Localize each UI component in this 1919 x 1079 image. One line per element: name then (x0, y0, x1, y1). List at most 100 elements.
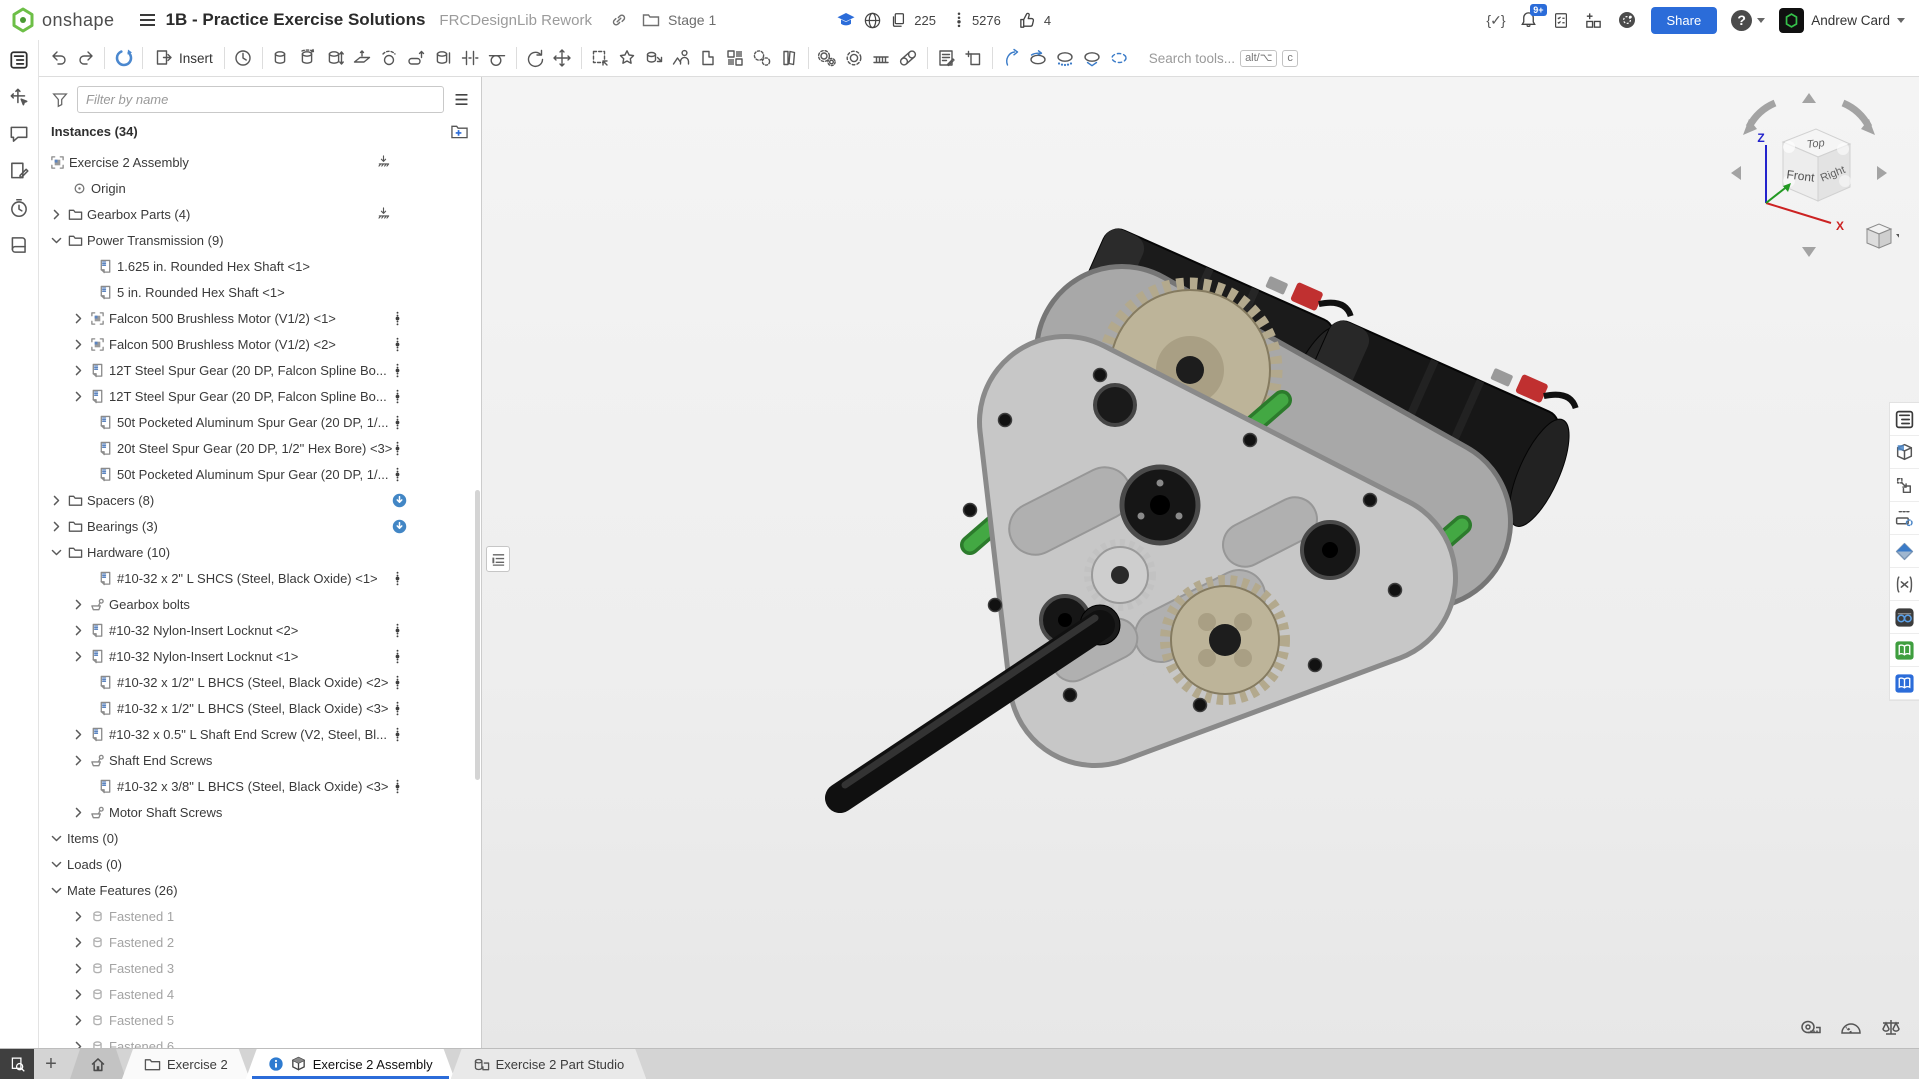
chevron-right-icon[interactable] (69, 726, 87, 742)
slider-mate-icon[interactable] (322, 45, 349, 72)
main-menu-icon[interactable] (139, 13, 156, 27)
bom-icon[interactable] (933, 45, 960, 72)
mate-connector-dots-icon[interactable] (389, 622, 405, 638)
chevron-down-icon[interactable] (47, 544, 65, 560)
rotate-icon[interactable] (522, 45, 549, 72)
update-available-icon[interactable] (391, 492, 407, 508)
replace-part-icon[interactable] (641, 45, 668, 72)
chevron-right-icon[interactable] (69, 934, 87, 950)
partner-app-icon[interactable] (1890, 535, 1919, 568)
filter-input[interactable] (77, 86, 444, 113)
mate-connector-dots-icon[interactable] (389, 362, 405, 378)
gears-icon[interactable] (814, 45, 841, 72)
tape-measure-icon[interactable] (1799, 1016, 1823, 1040)
pattern-icon[interactable] (722, 45, 749, 72)
chevron-right-icon[interactable] (47, 492, 65, 508)
followers-icon[interactable] (953, 11, 965, 29)
animate-v-icon[interactable] (1079, 45, 1106, 72)
tree-item[interactable]: Fastened 5 (39, 1007, 481, 1033)
tree-item[interactable]: Fastened 6 (39, 1033, 481, 1048)
cylindrical-mate-icon[interactable] (430, 45, 457, 72)
tree-item[interactable]: Gearbox bolts (39, 591, 481, 617)
share-button[interactable]: Share (1651, 7, 1718, 34)
tree-item[interactable]: #10-32 x 0.5" L Shaft End Screw (V2, Ste… (39, 721, 481, 747)
green-doc-app-icon[interactable] (1890, 634, 1919, 667)
mate-connector-dots-icon[interactable] (389, 414, 405, 430)
explode-icon[interactable] (998, 45, 1025, 72)
tree-item[interactable]: 20t Steel Spur Gear (20 DP, 1/2" Hex Bor… (39, 435, 481, 461)
chevron-right-icon[interactable] (69, 1012, 87, 1028)
mate-connector-dots-icon[interactable] (389, 648, 405, 664)
chevron-right-icon[interactable] (69, 960, 87, 976)
tree-item[interactable]: 12T Steel Spur Gear (20 DP, Falcon Splin… (39, 357, 481, 383)
update-available-icon[interactable] (391, 518, 407, 534)
tree-item[interactable]: Mate Features (26) (39, 877, 481, 903)
learning-icon[interactable] (836, 11, 856, 29)
tree-item[interactable]: Shaft End Screws (39, 747, 481, 773)
app-store-icon[interactable] (1584, 11, 1603, 30)
animate-arrow-icon[interactable] (1025, 45, 1052, 72)
search-tools-input[interactable]: Search tools...alt/⌥c (1143, 46, 1304, 71)
belt-icon[interactable] (895, 45, 922, 72)
tree-item[interactable]: Origin (39, 175, 481, 201)
chevron-down-icon[interactable] (47, 830, 65, 846)
chevron-down-icon[interactable] (47, 232, 65, 248)
gear-icon[interactable] (841, 45, 868, 72)
bom-cube-icon[interactable] (1890, 436, 1919, 469)
tree-item[interactable]: Gearbox Parts (4) (39, 201, 481, 227)
folder-breadcrumb[interactable]: Stage 1 (668, 12, 716, 28)
tree-item[interactable]: Fastened 2 (39, 929, 481, 955)
help-caret-icon[interactable] (1757, 18, 1765, 23)
tree-item[interactable]: #10-32 x 3/8" L BHCS (Steel, Black Oxide… (39, 773, 481, 799)
standard-content-icon[interactable] (776, 45, 803, 72)
named-positions-icon[interactable] (668, 45, 695, 72)
tree-item[interactable]: Bearings (3) (39, 513, 481, 539)
redo-icon[interactable] (72, 45, 99, 72)
chevron-right-icon[interactable] (47, 518, 65, 534)
filter-funnel-icon[interactable] (51, 91, 69, 108)
tree-item[interactable]: Spacers (8) (39, 487, 481, 513)
tree-item[interactable]: #10-32 Nylon-Insert Locknut <2> (39, 617, 481, 643)
home-tab-button[interactable] (70, 1049, 126, 1079)
tree-item[interactable]: 50t Pocketed Aluminum Spur Gear (20 DP, … (39, 461, 481, 487)
markup-icon[interactable] (7, 159, 31, 183)
copies-icon[interactable] (889, 11, 907, 29)
tree-item[interactable]: 1.625 in. Rounded Hex Shaft <1> (39, 253, 481, 279)
onshape-logo[interactable]: onshape (10, 7, 115, 33)
versions-icon[interactable]: {✓} (1486, 12, 1504, 29)
derived-icon[interactable] (695, 45, 722, 72)
chevron-right-icon[interactable] (69, 596, 87, 612)
tree-item[interactable]: #10-32 x 1/2" L BHCS (Steel, Black Oxide… (39, 695, 481, 721)
tangent-mate-icon[interactable] (484, 45, 511, 72)
tree-item[interactable]: #10-32 x 1/2" L BHCS (Steel, Black Oxide… (39, 669, 481, 695)
favorite-icon[interactable] (614, 45, 641, 72)
avatar[interactable] (1779, 8, 1804, 33)
chevron-right-icon[interactable] (69, 752, 87, 768)
chevron-right-icon[interactable] (69, 986, 87, 1002)
animate-dots-icon[interactable] (1052, 45, 1079, 72)
tree-item[interactable]: #10-32 x 2" L SHCS (Steel, Black Oxide) … (39, 565, 481, 591)
transform-icon[interactable] (7, 85, 31, 109)
view-menu-icon[interactable] (1867, 224, 1899, 248)
chevron-right-icon[interactable] (69, 336, 87, 352)
chevron-right-icon[interactable] (69, 622, 87, 638)
create-folder-icon[interactable] (450, 123, 469, 140)
instances-panel-icon[interactable] (7, 48, 31, 72)
blue-doc-app-icon[interactable] (1890, 667, 1919, 700)
notifications-bell-icon[interactable]: 9+ (1519, 10, 1538, 30)
chevron-right-icon[interactable] (47, 206, 65, 222)
tree-item[interactable]: Loads (0) (39, 851, 481, 877)
tree-item[interactable]: Falcon 500 Brushless Motor (V1/2) <2> (39, 331, 481, 357)
help-button[interactable]: ? (1731, 10, 1752, 31)
gearbox-assembly-model[interactable] (770, 160, 1670, 920)
chevron-down-icon[interactable] (47, 882, 65, 898)
user-menu-caret-icon[interactable] (1897, 18, 1905, 23)
mate-connector-dots-icon[interactable] (389, 336, 405, 352)
likes-icon[interactable] (1018, 11, 1037, 30)
revolute-mate-icon[interactable] (295, 45, 322, 72)
document-tab-exercise-2[interactable]: Exercise 2 (122, 1049, 250, 1079)
tree-item[interactable]: Hardware (10) (39, 539, 481, 565)
protractor-icon[interactable] (1839, 1016, 1863, 1040)
translate-icon[interactable] (549, 45, 576, 72)
tree-item[interactable]: Items (0) (39, 825, 481, 851)
